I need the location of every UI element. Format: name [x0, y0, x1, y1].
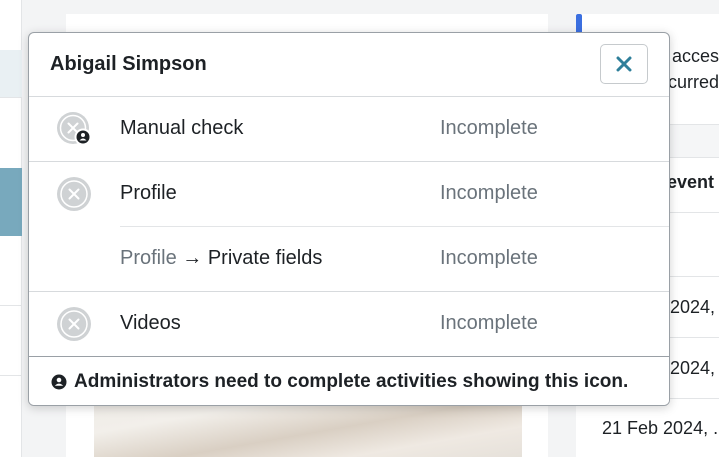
sub-activity-label: Private fields	[207, 247, 323, 269]
close-button[interactable]	[600, 44, 648, 84]
left-nav-item-highlight[interactable]	[0, 50, 22, 97]
right-panel-column-header: event	[667, 172, 715, 192]
right-panel-date: 2024, .	[670, 297, 719, 317]
left-nav-item-active[interactable]	[0, 168, 22, 236]
incomplete-icon	[57, 177, 91, 211]
admin-icon	[51, 374, 67, 390]
activity-status: Incomplete	[440, 247, 538, 269]
activity-label: Manual check	[120, 117, 244, 139]
right-panel-text-line2: curred	[668, 72, 719, 92]
activity-status: Incomplete	[440, 182, 538, 204]
arrow-icon: →	[182, 247, 203, 269]
activity-row-manual-check: Manual check Incomplete	[29, 97, 669, 162]
activity-status: Incomplete	[440, 312, 538, 334]
modal-header: Abigail Simpson	[29, 33, 669, 97]
activity-sub-label: Profile → Private fields	[120, 247, 322, 270]
activity-label: Videos	[120, 312, 181, 334]
modal-title: Abigail Simpson	[50, 53, 207, 75]
admin-note: Administrators need to complete activiti…	[51, 371, 628, 393]
activity-status: Incomplete	[440, 117, 538, 139]
admin-note-text: Administrators need to complete activiti…	[74, 371, 629, 392]
incomplete-icon	[57, 307, 91, 341]
parent-activity-label: Profile	[120, 247, 177, 269]
activity-status-modal: Abigail Simpson Manual check Incomplete …	[28, 32, 670, 406]
activity-label: Profile	[120, 182, 177, 204]
incomplete-admin-icon	[57, 112, 92, 146]
activity-row-videos: Videos Incomplete	[29, 292, 669, 357]
activity-row-profile: Profile Incomplete	[29, 162, 669, 227]
right-panel-date: 2024, .	[670, 358, 719, 378]
right-panel-date: 21 Feb 2024, .	[602, 418, 719, 438]
left-nav-divider	[0, 375, 22, 376]
activity-subrow-private-fields: Profile → Private fields Incomplete	[29, 227, 669, 292]
right-panel-text-line1: acces	[672, 46, 719, 66]
left-nav-divider	[0, 97, 22, 98]
left-nav-divider	[0, 305, 22, 306]
modal-footer: Administrators need to complete activiti…	[29, 356, 669, 405]
close-icon	[616, 56, 632, 72]
